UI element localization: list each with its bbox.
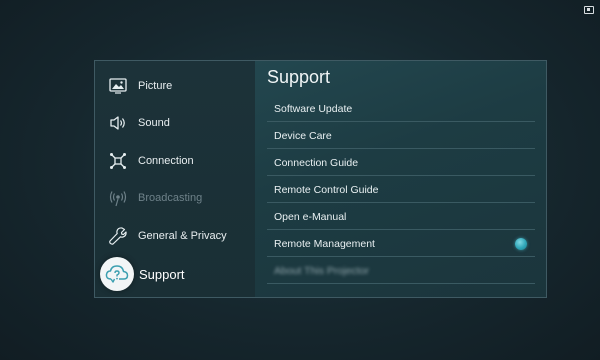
menu-item-label: Remote Control Guide — [274, 183, 379, 196]
network-icon — [107, 150, 129, 172]
menu-item-label: Open e-Manual — [274, 210, 347, 223]
menu-item-open-e-manual[interactable]: Open e-Manual — [267, 204, 535, 230]
sidebar-item-picture[interactable]: Picture — [95, 67, 255, 105]
menu-item-label: Software Update — [274, 102, 353, 115]
antenna-icon — [107, 187, 129, 209]
sidebar-item-label: Support — [139, 266, 185, 282]
sidebar-item-label: General & Privacy — [138, 230, 227, 242]
settings-panel: Picture Sound Connection Broadcasting Ge… — [94, 60, 547, 298]
sidebar-item-general-privacy[interactable]: General & Privacy — [95, 217, 255, 255]
sidebar-item-sound[interactable]: Sound — [95, 104, 255, 142]
menu-item-label: Device Care — [274, 129, 332, 142]
page-title: Support — [267, 67, 331, 87]
settings-sidebar: Picture Sound Connection Broadcasting Ge… — [95, 61, 255, 297]
menu-item-about-this-projector[interactable]: About This Projector — [267, 258, 535, 284]
sidebar-item-connection[interactable]: Connection — [95, 142, 255, 180]
menu-item-connection-guide[interactable]: Connection Guide — [267, 150, 535, 176]
speaker-icon — [107, 112, 129, 134]
sidebar-item-label: Picture — [138, 80, 173, 92]
menu-item-software-update[interactable]: Software Update — [267, 96, 535, 122]
picture-icon — [107, 75, 129, 97]
sidebar-item-label: Broadcasting — [138, 192, 203, 204]
sidebar-item-support[interactable]: Support — [95, 257, 255, 291]
menu-item-remote-management[interactable]: Remote Management — [267, 231, 535, 257]
wrench-icon — [107, 225, 129, 247]
sidebar-item-label: Connection — [138, 155, 194, 167]
sidebar-item-label: Sound — [138, 117, 170, 129]
menu-item-device-care[interactable]: Device Care — [267, 123, 535, 149]
support-content: Support Software Update Device Care Conn… — [255, 61, 546, 297]
remote-management-toggle[interactable] — [515, 237, 527, 250]
menu-item-remote-control-guide[interactable]: Remote Control Guide — [267, 177, 535, 203]
support-menu-list: Software Update Device Care Connection G… — [267, 96, 535, 285]
tv-icon — [584, 6, 594, 14]
menu-item-label: Connection Guide — [274, 156, 359, 169]
menu-item-label: About This Projector — [274, 264, 369, 277]
menu-item-label: Remote Management — [274, 237, 375, 250]
cloud-question-icon — [100, 257, 134, 291]
sidebar-item-broadcasting[interactable]: Broadcasting — [95, 179, 255, 217]
